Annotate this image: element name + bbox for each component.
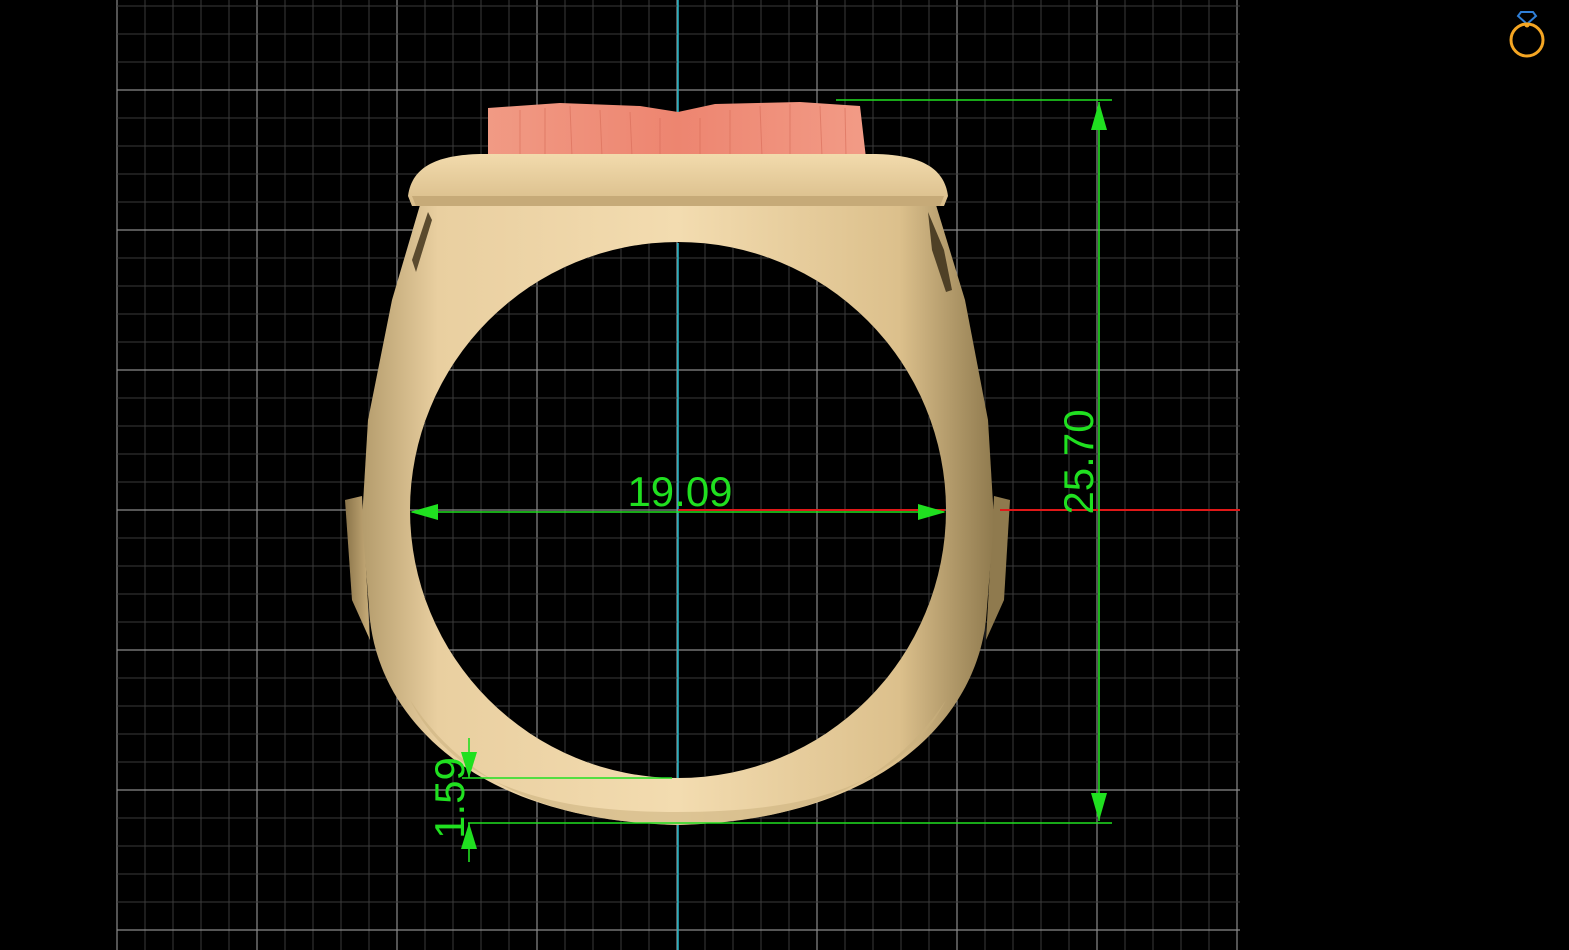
inner-diameter-label[interactable]: 19.09 (627, 468, 732, 515)
ring-band-icon (1509, 22, 1545, 58)
shank-thickness-label[interactable]: 1.59 (426, 757, 473, 839)
ring-setting-dot (1524, 22, 1530, 28)
total-height-label[interactable]: 25.70 (1055, 409, 1102, 514)
ring-icon[interactable] (1503, 8, 1551, 60)
total-height-arrow-bottom (1091, 793, 1107, 821)
cad-viewport[interactable]: 19.09 25.70 1.59 (0, 0, 1569, 950)
total-height-arrow-top (1091, 102, 1107, 130)
gem-icon (1516, 11, 1538, 26)
top-plate-edge (412, 196, 944, 206)
